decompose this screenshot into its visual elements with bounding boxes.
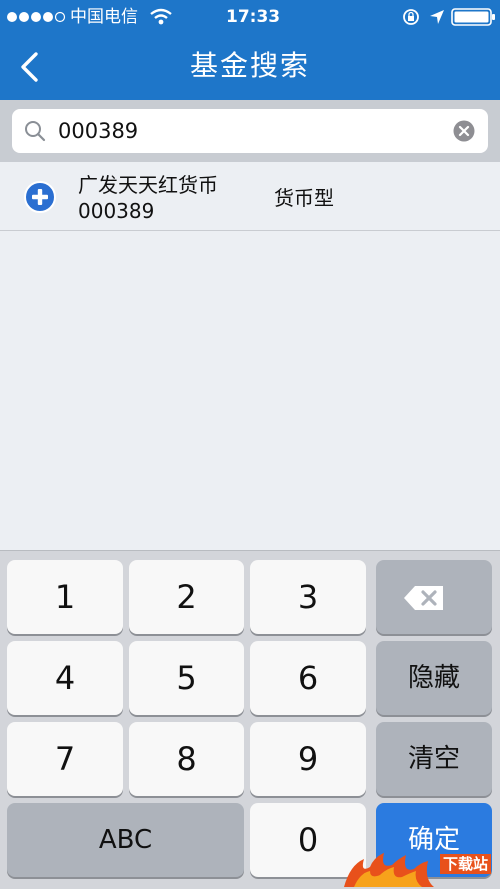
watermark-logo: 下载站	[340, 851, 500, 888]
add-fund-button[interactable]	[24, 181, 56, 213]
page-title: 基金搜索	[189, 49, 310, 82]
abc-button[interactable]: ABC	[7, 803, 244, 877]
search-bar: 000389	[0, 100, 500, 162]
list-item[interactable]: 广发天天红货币 000389 货币型	[0, 163, 500, 231]
location-icon	[430, 10, 444, 24]
carrier-label: 中国电信	[70, 7, 138, 27]
key-9[interactable]: 9	[250, 722, 366, 796]
key-3[interactable]: 3	[250, 560, 366, 634]
hide-keyboard-button[interactable]: 隐藏	[376, 641, 492, 715]
wifi-icon	[150, 8, 172, 25]
key-4[interactable]: 4	[7, 641, 123, 715]
numeric-keyboard: 1 2 3 4 5 6 隐藏 7 8 9 清空 ABC 0 确定	[0, 550, 500, 889]
key-1[interactable]: 1	[7, 560, 123, 634]
watermark-label: 下载站	[440, 854, 492, 874]
fund-name: 广发天天红货币	[78, 173, 218, 197]
battery-icon	[451, 8, 495, 26]
status-bar: 中国电信 17:33	[0, 0, 500, 34]
clear-button[interactable]: 清空	[376, 722, 492, 796]
signal-icon	[7, 11, 66, 23]
backspace-button[interactable]	[376, 560, 492, 634]
search-value: 000389	[58, 119, 139, 143]
fund-code: 000389	[78, 199, 155, 223]
key-8[interactable]: 8	[129, 722, 244, 796]
fund-type: 货币型	[274, 186, 334, 210]
time-label: 17:33	[226, 7, 281, 27]
backspace-icon	[404, 586, 443, 610]
flame-logo-icon	[344, 853, 434, 887]
key-6[interactable]: 6	[250, 641, 366, 715]
key-2[interactable]: 2	[129, 560, 244, 634]
key-5[interactable]: 5	[129, 641, 244, 715]
clear-search-icon[interactable]	[453, 120, 475, 142]
key-7[interactable]: 7	[7, 722, 123, 796]
search-input[interactable]: 000389	[12, 109, 488, 153]
rotation-lock-icon	[403, 9, 419, 25]
nav-bar: 基金搜索	[0, 34, 500, 100]
search-icon	[25, 121, 46, 142]
